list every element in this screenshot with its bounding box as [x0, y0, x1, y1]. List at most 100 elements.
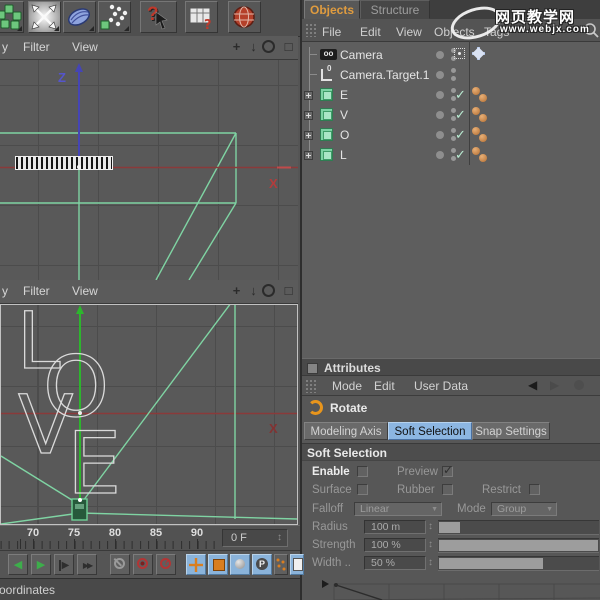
menu-user-data[interactable]: User Data — [414, 379, 468, 393]
stepper-icon[interactable]: ↕ — [277, 532, 282, 543]
maximize-icon[interactable]: □ — [281, 39, 296, 54]
preview-checkbox[interactable]: ✓ — [442, 466, 453, 477]
object-name[interactable]: E — [340, 88, 348, 102]
mode-dropdown[interactable]: Group▼ — [491, 502, 557, 516]
stepper-icon[interactable]: ↕ — [428, 557, 433, 568]
help-button[interactable]: ? — [140, 1, 177, 33]
target-state-icon[interactable] — [454, 48, 465, 59]
maximize-icon[interactable]: □ — [281, 283, 296, 298]
history-forward-icon[interactable]: ▶ — [550, 378, 559, 392]
goto-prev-key-button[interactable]: ◀ — [8, 554, 28, 575]
radius-slider[interactable] — [438, 520, 599, 535]
zoom-icon[interactable]: ↓ — [246, 39, 261, 54]
document-mode-button[interactable] — [290, 554, 304, 575]
visibility-render-dot[interactable] — [451, 76, 456, 81]
layer-dot[interactable] — [436, 51, 444, 59]
restrict-checkbox[interactable] — [529, 484, 540, 495]
menu-edit[interactable]: Edit — [374, 379, 395, 393]
enabled-check-icon[interactable]: ✓ — [455, 127, 466, 143]
tree-row-e[interactable]: E ✓ — [302, 85, 600, 105]
layer-dot[interactable] — [436, 111, 444, 119]
pan-icon[interactable]: + — [229, 283, 244, 298]
expand-icon[interactable] — [304, 151, 313, 160]
camera-tag-icon[interactable] — [472, 47, 485, 60]
tag-orange[interactable] — [479, 154, 487, 162]
menu-tags[interactable]: Tags — [484, 25, 509, 39]
viewport-front[interactable]: L O V E X — [0, 304, 298, 525]
tree-row-o[interactable]: O ✓ — [302, 125, 600, 145]
falloff-dropdown[interactable]: Linear▼ — [354, 502, 442, 516]
enabled-check-icon[interactable]: ✓ — [455, 147, 466, 163]
object-name[interactable]: V — [340, 108, 348, 122]
goto-end-button[interactable]: ▶▶ — [77, 554, 97, 575]
object-name[interactable]: Camera.Target.1 — [340, 68, 429, 82]
menu-view[interactable]: View — [72, 40, 98, 54]
timeline-ruler[interactable]: 70 75 80 85 90 0 F ↕ — [0, 525, 300, 551]
pan-icon[interactable]: + — [229, 39, 244, 54]
current-frame-field[interactable]: 0 F ↕ — [222, 529, 288, 547]
menu-file[interactable]: File — [322, 25, 341, 39]
tab-modeling-axis[interactable]: Modeling Axis — [304, 422, 388, 440]
layer-dot[interactable] — [436, 71, 444, 79]
rotate-view-icon[interactable] — [262, 40, 275, 53]
layer-dot[interactable] — [436, 131, 444, 139]
tag-orange[interactable] — [472, 87, 480, 95]
tab-snap-settings[interactable]: Snap Settings — [472, 422, 550, 440]
layer-dot[interactable] — [436, 91, 444, 99]
menu-display[interactable]: y — [2, 284, 8, 298]
enable-checkbox[interactable] — [357, 466, 368, 477]
expand-icon[interactable] — [304, 91, 313, 100]
width-slider[interactable] — [438, 556, 599, 571]
stepper-icon[interactable]: ↕ — [428, 539, 433, 550]
enabled-check-icon[interactable]: ✓ — [455, 87, 466, 103]
radius-field[interactable]: 100 m — [364, 520, 426, 534]
expand-icon[interactable] — [304, 111, 313, 120]
menu-objects[interactable]: Objects — [434, 25, 475, 39]
lock-icon[interactable] — [574, 380, 584, 390]
falloff-curve-graph[interactable] — [302, 576, 600, 600]
menu-filter[interactable]: Filter — [23, 40, 50, 54]
tree-row-l[interactable]: L ✓ — [302, 145, 600, 165]
rotate-view-icon[interactable] — [262, 284, 275, 297]
command-help-button[interactable]: ? — [185, 1, 218, 33]
menu-display[interactable]: y — [2, 40, 8, 54]
layer-dot[interactable] — [436, 151, 444, 159]
key-parameter-button[interactable]: P — [252, 554, 272, 575]
attributes-header[interactable]: Attributes — [302, 358, 600, 376]
zoom-icon[interactable]: ↓ — [246, 283, 261, 298]
record-question-button[interactable]: ? — [156, 554, 176, 575]
tree-row-v[interactable]: V ✓ — [302, 105, 600, 125]
history-back-icon[interactable]: ◀ — [528, 378, 537, 392]
array-tool-button[interactable] — [0, 1, 24, 33]
menu-mode[interactable]: Mode — [332, 379, 362, 393]
stepper-icon[interactable]: ↕ — [428, 521, 433, 532]
play-button[interactable]: ▶ — [31, 554, 51, 575]
menu-view[interactable]: View — [72, 284, 98, 298]
search-icon[interactable] — [583, 22, 599, 39]
tag-orange[interactable] — [472, 107, 480, 115]
enabled-check-icon[interactable]: ✓ — [455, 107, 466, 123]
width-field[interactable]: 50 % — [364, 556, 426, 570]
surface-checkbox[interactable] — [357, 484, 368, 495]
visibility-editor-dot[interactable] — [451, 68, 456, 73]
menu-view[interactable]: View — [396, 25, 422, 39]
magnet-tool-button[interactable] — [28, 1, 61, 33]
love-text-edge-on[interactable] — [15, 156, 113, 170]
section-header[interactable]: Soft Selection — [302, 443, 600, 461]
tag-orange[interactable] — [472, 127, 480, 135]
rubber-checkbox[interactable] — [442, 484, 453, 495]
online-help-button[interactable] — [228, 1, 261, 33]
expand-icon[interactable] — [304, 131, 313, 140]
menu-filter[interactable]: Filter — [23, 284, 50, 298]
object-name[interactable]: L — [340, 148, 347, 162]
key-pla-button[interactable] — [274, 554, 288, 575]
grip-icon[interactable] — [305, 379, 316, 393]
strength-field[interactable]: 100 % — [364, 538, 426, 552]
key-scale-button[interactable] — [208, 554, 228, 575]
object-name[interactable]: O — [340, 128, 349, 142]
tree-row-camera-target[interactable]: Camera.Target.1 — [302, 65, 600, 85]
brush-tool-button[interactable] — [63, 1, 96, 33]
tree-row-camera[interactable]: Camera — [302, 45, 600, 65]
tab-soft-selection[interactable]: Soft Selection — [388, 422, 472, 440]
key-position-button[interactable] — [186, 554, 206, 575]
